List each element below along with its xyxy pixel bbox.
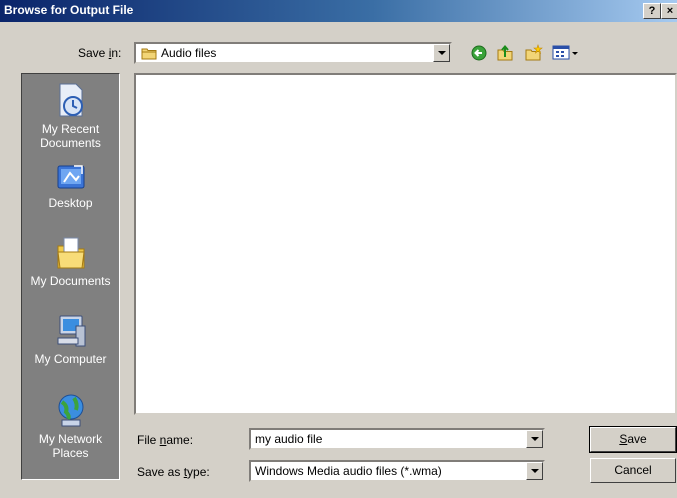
place-label: My Recent Documents (40, 122, 101, 150)
save-in-dropdown[interactable]: Audio files (134, 42, 452, 64)
save-in-label: Save in: (78, 46, 122, 60)
place-my-network-places[interactable]: My Network Places (22, 392, 119, 460)
save-button[interactable]: Save (589, 426, 677, 453)
place-label: My Network Places (38, 432, 103, 460)
desktop-icon (57, 165, 84, 189)
file-list[interactable] (134, 73, 677, 415)
place-label: My Computer (34, 352, 107, 366)
place-label: My Documents (30, 274, 111, 288)
cancel-button[interactable]: Cancel (590, 458, 676, 483)
file-name-value: my audio file (255, 432, 323, 446)
place-my-documents[interactable]: My Documents (22, 234, 119, 288)
save-as-type-dropdown[interactable]: Windows Media audio files (*.wma) (249, 460, 545, 482)
save-as-type-label: Save as type: (137, 465, 210, 479)
help-button[interactable]: ? (643, 3, 661, 19)
my-documents-icon (56, 237, 85, 269)
up-folder-icon[interactable] (496, 44, 514, 62)
network-places-icon (58, 394, 83, 427)
save-as-type-value: Windows Media audio files (*.wma) (255, 464, 442, 478)
place-my-recent-documents[interactable]: My Recent Documents (22, 82, 119, 150)
chevron-down-icon[interactable] (526, 430, 543, 448)
back-icon[interactable] (470, 44, 488, 62)
new-folder-icon[interactable] (525, 44, 543, 62)
window-title: Browse for Output File (4, 3, 134, 17)
place-desktop[interactable]: Desktop (22, 162, 119, 210)
view-menu-icon[interactable] (552, 44, 580, 62)
folder-icon (141, 48, 157, 60)
browse-output-file-dialog: Browse for Output File ? × Save in: Audi… (0, 0, 677, 498)
my-computer-icon (57, 315, 85, 347)
chevron-down-icon[interactable] (526, 462, 543, 480)
title-bar[interactable]: Browse for Output File ? × (0, 0, 677, 22)
recent-documents-icon (59, 83, 83, 117)
close-button[interactable]: × (661, 3, 677, 19)
save-in-value: Audio files (161, 46, 217, 60)
place-my-computer[interactable]: My Computer (22, 312, 119, 366)
file-name-input[interactable]: my audio file (249, 428, 545, 450)
file-name-label: File name: (137, 433, 194, 447)
place-label: Desktop (48, 196, 93, 210)
chevron-down-icon[interactable] (433, 44, 450, 62)
places-bar: My Recent Documents Desktop My Documents (21, 73, 120, 480)
